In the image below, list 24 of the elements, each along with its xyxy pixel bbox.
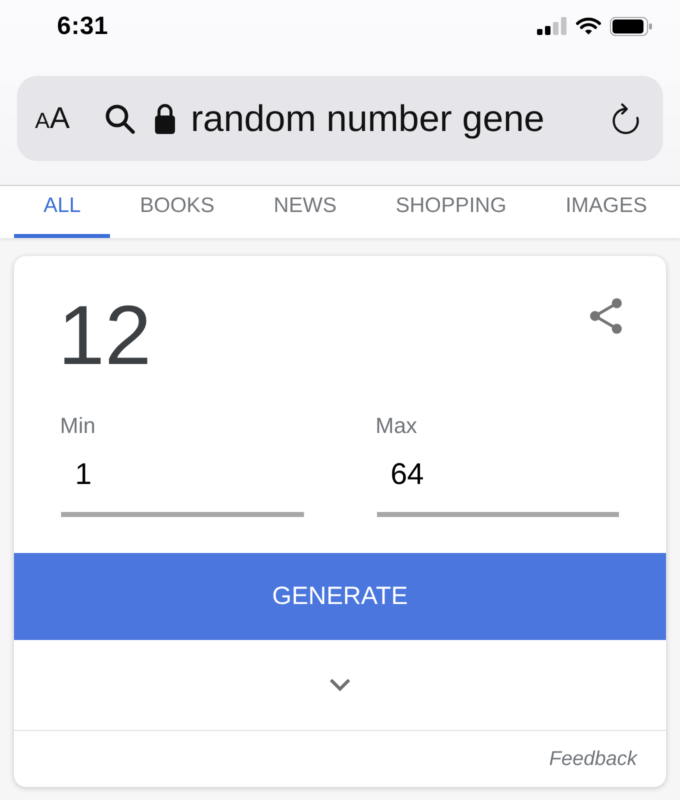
tab[interactable]: NEWS (244, 186, 366, 238)
lock-icon (154, 103, 176, 134)
tab[interactable]: SHOPPING (366, 186, 536, 238)
tab[interactable]: ALL (14, 186, 110, 238)
result-number: 12 (58, 293, 152, 377)
text-size-button[interactable]: AA (35, 104, 70, 134)
number-field[interactable]: 1 (61, 457, 304, 517)
signal-icon (537, 17, 567, 35)
wifi-icon (576, 17, 601, 35)
number-field[interactable]: 64 (376, 457, 619, 517)
battery-icon (610, 16, 652, 36)
tab[interactable]: BOOKS (110, 186, 244, 238)
field-label: Max (376, 413, 418, 439)
field-label: Min (60, 413, 96, 439)
share-icon[interactable] (590, 298, 622, 334)
generate-button[interactable]: GENERATE (14, 553, 666, 640)
tab[interactable]: IMAGES (536, 186, 677, 238)
status-time: 6:31 (57, 12, 108, 40)
url-text: random number gene (190, 96, 546, 140)
reload-icon[interactable] (612, 102, 639, 134)
chevron-down-icon[interactable] (329, 678, 351, 692)
search-icon (104, 104, 135, 134)
address-bar[interactable]: AA random number gene (17, 76, 663, 161)
feedback-link[interactable]: Feedback (549, 748, 637, 770)
